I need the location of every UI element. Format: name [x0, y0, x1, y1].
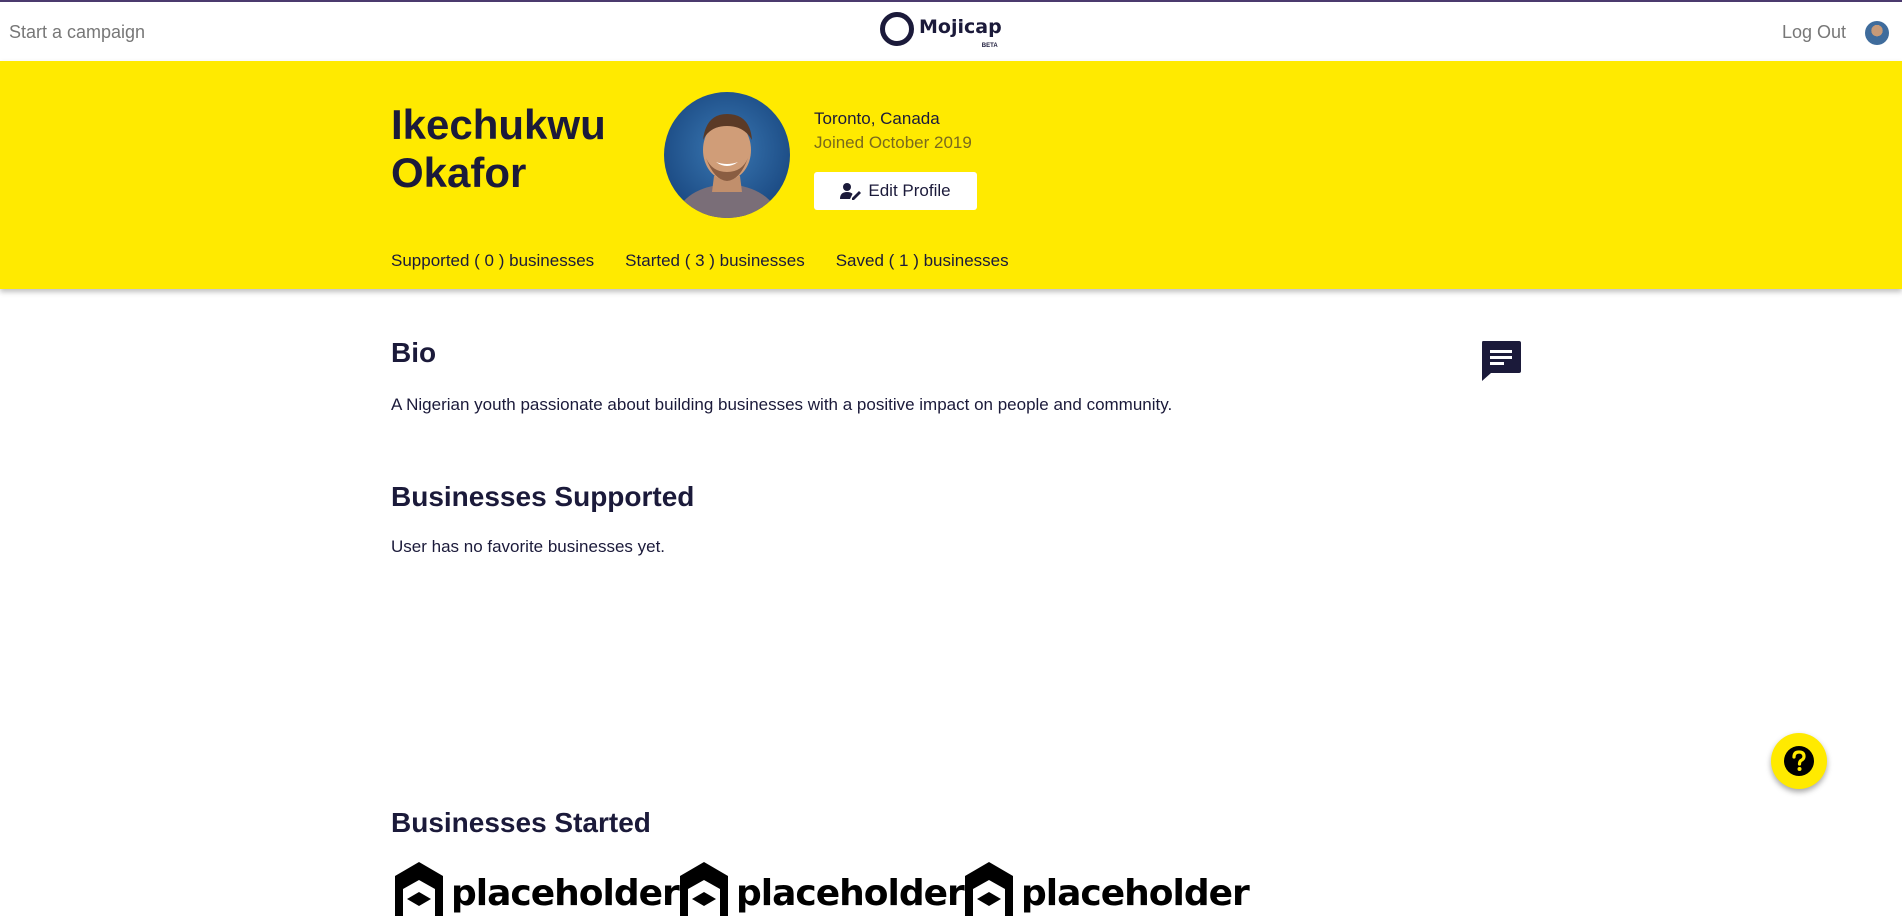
user-edit-icon	[840, 183, 862, 200]
bio-text: A Nigerian youth passionate about buildi…	[391, 395, 1173, 414]
edit-profile-button[interactable]: Edit Profile	[814, 172, 977, 210]
top-navbar: Start a campaign Mojicap BETA Log Out	[0, 0, 1902, 60]
business-logo-label: placeholder	[736, 873, 965, 914]
bio-heading: Bio	[391, 337, 437, 368]
edit-profile-label: Edit Profile	[868, 181, 951, 200]
user-joined-date: Joined October 2019	[814, 133, 972, 152]
help-icon	[1784, 746, 1814, 776]
logo-ring-icon	[880, 12, 914, 46]
tab-started[interactable]: Started ( 3 ) businesses	[625, 251, 805, 271]
tab-supported[interactable]: Supported ( 0 ) businesses	[391, 251, 594, 271]
logo-text: Mojicap	[919, 16, 1002, 38]
businesses-supported-heading: Businesses Supported	[391, 481, 695, 512]
beta-badge: BETA	[981, 43, 998, 49]
tab-saved[interactable]: Saved ( 1 ) businesses	[836, 251, 1009, 271]
help-button[interactable]	[1771, 733, 1827, 789]
profile-header: Ikechukwu Okafor Toronto, Canada Joined …	[0, 61, 1902, 289]
mojicap-logo[interactable]: Mojicap BETA	[880, 12, 1002, 49]
business-logo-label: placeholder	[1021, 873, 1250, 914]
user-name: Ikechukwu Okafor	[391, 101, 606, 196]
chat-icon[interactable]	[1479, 339, 1523, 388]
nav-user-avatar[interactable]	[1865, 21, 1889, 45]
business-logo-label: placeholder	[451, 873, 680, 914]
start-campaign-link[interactable]: Start a campaign	[9, 22, 145, 43]
no-businesses-text: User has no favorite businesses yet.	[391, 537, 666, 556]
businesses-started-heading: Businesses Started	[391, 807, 651, 838]
user-location: Toronto, Canada	[814, 109, 940, 128]
profile-tabs: Supported ( 0 ) businesses Started ( 3 )…	[391, 251, 1009, 271]
profile-avatar	[664, 92, 790, 218]
logout-link[interactable]: Log Out	[1782, 22, 1846, 43]
